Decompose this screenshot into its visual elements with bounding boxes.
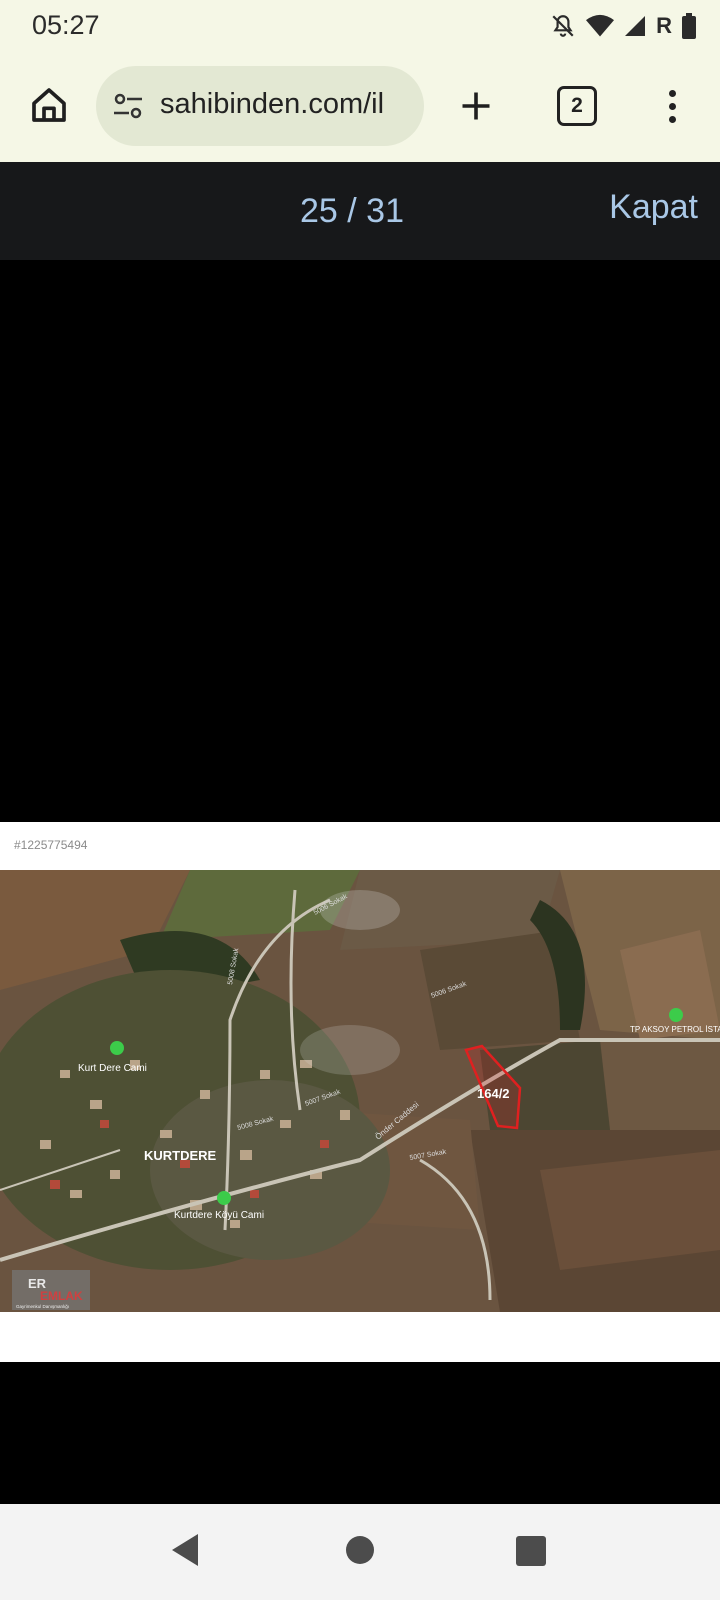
home-button[interactable] <box>26 82 72 128</box>
back-icon[interactable] <box>170 1532 200 1568</box>
menu-dot-icon <box>668 102 676 110</box>
browser-toolbar: sahibinden.com/il 2 <box>0 52 720 162</box>
status-time: 05:27 <box>32 10 100 40</box>
map-label-station: TP AKSOY PETROL İSTAS <box>630 1025 720 1034</box>
mosque-marker-icon <box>110 1041 124 1055</box>
bell-off-icon <box>552 15 574 37</box>
new-tab-button[interactable] <box>452 82 500 130</box>
signal-icon <box>625 16 646 36</box>
listing-photo[interactable]: #1225775494 164/2 Kurt Dere Cami Kurtder… <box>0 822 720 1362</box>
close-button[interactable]: Kapat <box>609 188 698 227</box>
photo-counter: 25 / 31 <box>300 192 404 230</box>
url-text[interactable]: sahibinden.com/il <box>160 88 384 121</box>
menu-button[interactable] <box>660 82 684 130</box>
tab-count: 2 <box>571 94 583 117</box>
home-icon <box>32 88 66 122</box>
recents-icon[interactable] <box>516 1536 546 1566</box>
home-nav-icon[interactable] <box>346 1536 374 1564</box>
plus-icon <box>462 92 490 120</box>
address-bar[interactable]: sahibinden.com/il <box>96 66 424 146</box>
parcel-label: 164/2 <box>477 1086 510 1101</box>
menu-dot-icon <box>668 89 676 97</box>
system-nav-bar <box>0 1504 720 1600</box>
site-settings-icon[interactable] <box>112 91 144 121</box>
mosque-marker-icon <box>217 1191 231 1205</box>
status-bar: 05:27 R <box>0 0 720 52</box>
photo-viewer[interactable]: #1225775494 164/2 Kurt Dere Cami Kurtder… <box>0 260 720 1504</box>
gallery-header: 25 / 31 Kapat <box>0 162 720 260</box>
carrier-flag: R <box>656 13 672 38</box>
watermark-line-2: EMLAK <box>40 1289 83 1303</box>
tab-switcher-button[interactable]: 2 <box>557 86 597 126</box>
agency-watermark: ER EMLAK Gayrimenkul Danışmanlığı <box>12 1270 90 1310</box>
map-label-mosque-1: Kurt Dere Cami <box>78 1063 147 1074</box>
status-icons: R <box>550 12 696 40</box>
gas-station-marker-icon <box>669 1008 683 1022</box>
battery-icon <box>682 13 696 39</box>
map-label-mosque-2: Kurtdere Köyü Cami <box>174 1210 264 1221</box>
map-label-town: KURTDERE <box>144 1148 217 1163</box>
watermark-line-3: Gayrimenkul Danışmanlığı <box>16 1304 69 1309</box>
menu-dot-icon <box>668 115 676 123</box>
satellite-map-image: 164/2 Kurt Dere Cami Kurtdere Köyü Cami … <box>0 870 720 1312</box>
wifi-icon <box>586 14 615 37</box>
listing-id: #1225775494 <box>14 838 88 852</box>
